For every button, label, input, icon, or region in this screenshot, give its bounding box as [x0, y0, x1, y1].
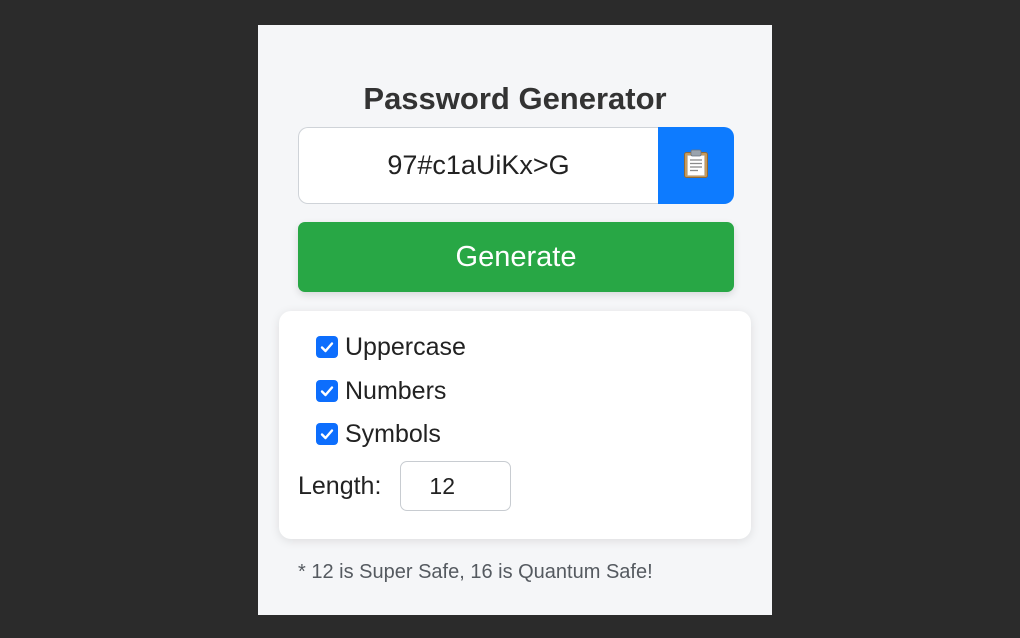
- checkmark-icon: [320, 429, 334, 440]
- uppercase-checkbox[interactable]: [316, 336, 338, 358]
- length-label: Length:: [298, 471, 382, 500]
- password-row: [298, 127, 734, 204]
- numbers-checkbox[interactable]: [316, 380, 338, 402]
- symbols-label: Symbols: [345, 420, 441, 448]
- clipboard-icon: [683, 149, 709, 182]
- uppercase-option[interactable]: Uppercase: [316, 332, 466, 362]
- page-title: Password Generator: [363, 81, 667, 116]
- safety-note: * 12 is Super Safe, 16 is Quantum Safe!: [298, 561, 653, 583]
- generate-button[interactable]: Generate: [298, 222, 734, 292]
- checkmark-icon: [320, 342, 334, 353]
- password-output-field[interactable]: [298, 127, 658, 204]
- numbers-label: Numbers: [345, 377, 447, 405]
- symbols-option[interactable]: Symbols: [316, 419, 441, 449]
- numbers-option[interactable]: Numbers: [316, 376, 446, 406]
- uppercase-label: Uppercase: [345, 333, 466, 361]
- checkmark-icon: [320, 386, 334, 397]
- length-row: Length:: [298, 461, 512, 511]
- options-card: Uppercase Numbers Symbols Length:: [279, 311, 751, 539]
- password-generator-panel: Password Generator Generate: [258, 25, 772, 615]
- length-input[interactable]: [400, 461, 512, 511]
- symbols-checkbox[interactable]: [316, 423, 338, 445]
- copy-button[interactable]: [658, 127, 734, 204]
